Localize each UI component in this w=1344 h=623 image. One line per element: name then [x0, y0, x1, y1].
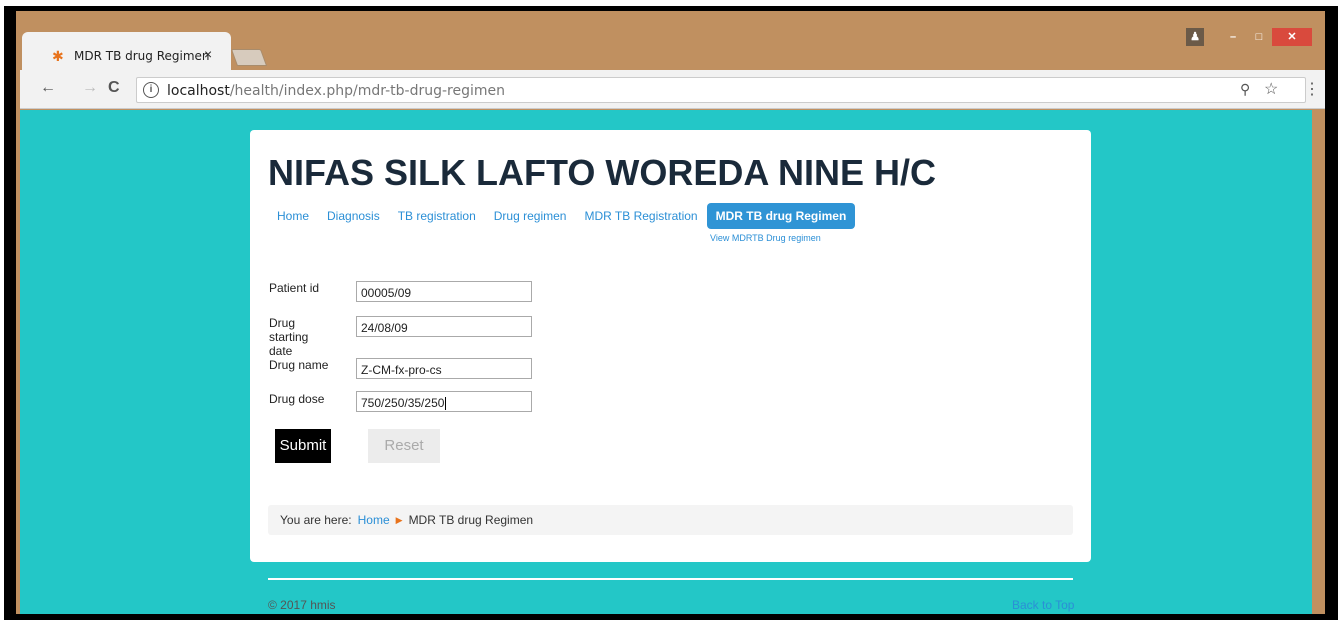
url-path: /health/index.php/mdr-tb-drug-regimen: [229, 83, 505, 99]
bookmark-star-icon[interactable]: ☆: [1264, 79, 1278, 99]
breadcrumb-home-link[interactable]: Home: [358, 513, 390, 527]
back-arrow-icon[interactable]: ←: [40, 79, 56, 97]
browser-menu-icon[interactable]: ⋮: [1304, 79, 1320, 99]
tab-close-icon[interactable]: ×: [204, 46, 212, 62]
submenu-view-mdrtb-drug-regimen[interactable]: View MDRTB Drug regimen: [710, 233, 821, 243]
close-window-button[interactable]: ✕: [1272, 28, 1312, 46]
main-menu: Home Diagnosis TB registration Drug regi…: [268, 203, 856, 229]
site-title: NIFAS SILK LAFTO WOREDA NINE H/C: [268, 152, 937, 193]
browser-toolbar: ← → C i localhost/health/index.php/mdr-t…: [20, 70, 1325, 109]
window-controls: ♟ – □ ✕: [1186, 28, 1312, 48]
breadcrumb-current: MDR TB drug Regimen: [408, 513, 534, 527]
patient-id-field[interactable]: 00005/09: [356, 281, 532, 302]
menu-item-drug-regimen[interactable]: Drug regimen: [485, 203, 576, 229]
page-viewport: NIFAS SILK LAFTO WOREDA NINE H/C Home Di…: [20, 110, 1312, 614]
drug-dose-field[interactable]: 750/250/35/250: [356, 391, 532, 412]
reload-icon[interactable]: C: [108, 79, 120, 97]
url-text: localhost/health/index.php/mdr-tb-drug-r…: [167, 83, 505, 99]
drug-name-label: Drug name: [269, 358, 329, 372]
minimize-button[interactable]: –: [1220, 28, 1246, 46]
tab-title: MDR TB drug Regimen: [74, 49, 210, 63]
text-cursor: [445, 397, 447, 411]
patient-id-label: Patient id: [269, 281, 320, 295]
forward-arrow-icon[interactable]: →: [82, 79, 98, 97]
back-to-top-link[interactable]: Back to Top: [1012, 598, 1074, 612]
reset-button[interactable]: Reset: [368, 429, 440, 463]
breadcrumb: You are here: Home ▶ MDR TB drug Regimen: [268, 505, 1073, 535]
content-card: NIFAS SILK LAFTO WOREDA NINE H/C Home Di…: [250, 130, 1091, 562]
menu-item-mdr-tb-registration[interactable]: MDR TB Registration: [575, 203, 706, 229]
maximize-button[interactable]: □: [1246, 28, 1272, 46]
info-icon[interactable]: i: [143, 82, 159, 98]
url-host: localhost: [167, 83, 230, 99]
user-profile-icon[interactable]: ♟: [1186, 28, 1204, 46]
submit-button[interactable]: Submit: [275, 429, 331, 463]
menu-item-tb-registration[interactable]: TB registration: [389, 203, 485, 229]
new-tab-button[interactable]: [230, 49, 268, 66]
address-bar[interactable]: i localhost/health/index.php/mdr-tb-drug…: [136, 77, 1306, 103]
footer-divider: [268, 578, 1073, 580]
drug-name-field[interactable]: Z-CM-fx-pro-cs: [356, 358, 532, 379]
breadcrumb-separator-icon: ▶: [395, 514, 403, 525]
start-date-field[interactable]: 24/08/09: [356, 316, 532, 337]
menu-item-diagnosis[interactable]: Diagnosis: [318, 203, 389, 229]
menu-item-home[interactable]: Home: [268, 203, 318, 229]
breadcrumb-prefix: You are here:: [280, 513, 352, 527]
menu-item-mdr-tb-drug-regimen[interactable]: MDR TB drug Regimen: [706, 203, 856, 229]
drug-dose-label: Drug dose: [269, 392, 325, 406]
drug-dose-value: 750/250/35/250: [361, 396, 445, 410]
joomla-favicon-icon: ✱: [52, 48, 64, 64]
copyright-text: © 2017 hmis: [268, 598, 336, 612]
zoom-icon[interactable]: ⚲: [1240, 81, 1250, 98]
start-date-label: Drug starting date: [269, 316, 309, 358]
